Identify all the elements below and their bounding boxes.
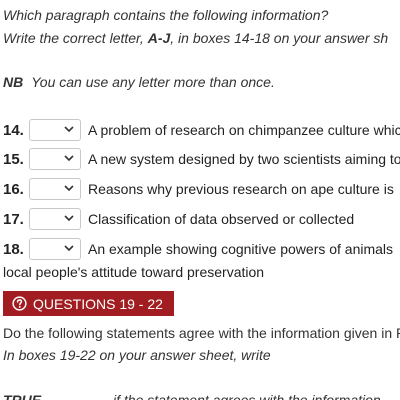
chevron-down-icon — [64, 185, 74, 192]
instruction-prefix: Write the correct letter, — [3, 30, 148, 46]
answer-select-14[interactable] — [29, 119, 81, 141]
question-row-14: 14. A problem of research on chimpanzee … — [3, 118, 400, 142]
section-header-questions-19-22: QUESTIONS 19 - 22 — [3, 291, 174, 316]
question-text: A new system designed by two scientists … — [88, 151, 400, 167]
nb-label: NB — [3, 74, 24, 90]
question-row-17: 17. Classification of data observed or c… — [3, 207, 354, 231]
section-instruction-line-2: In boxes 19-22 on your answer sheet, wri… — [3, 347, 271, 363]
true-definition: TRUE if the statement agrees with the inf… — [3, 391, 381, 400]
chevron-down-icon — [64, 245, 74, 252]
chevron-down-icon — [64, 155, 74, 162]
question-number: 14. — [3, 121, 24, 139]
true-label: TRUE — [3, 392, 42, 400]
instruction-letter-range: A-J — [147, 30, 171, 46]
answer-select-18[interactable] — [29, 238, 81, 260]
nb-text: You can use any letter more than once. — [31, 74, 275, 90]
question-number: 15. — [3, 150, 24, 168]
section-instruction-line-1: Do the following statements agree with t… — [3, 325, 400, 341]
question-number: 17. — [3, 210, 24, 228]
question-text: Classification of data observed or colle… — [88, 211, 355, 227]
answer-select-15[interactable] — [29, 148, 81, 170]
answer-select-16[interactable] — [29, 178, 81, 200]
question-row-16: 16. Reasons why previous research on ape… — [3, 177, 394, 201]
answer-select-17[interactable] — [29, 208, 81, 230]
question-text: Reasons why previous research on ape cul… — [88, 181, 394, 197]
section-title: QUESTIONS 19 - 22 — [33, 295, 163, 312]
question-text: An example showing cognitive powers of a… — [88, 241, 394, 257]
question-18-continuation: local people's attitude toward preservat… — [3, 264, 265, 280]
question-number: 18. — [3, 240, 24, 258]
question-row-15: 15. A new system designed by two scienti… — [3, 147, 400, 171]
question-circle-icon — [12, 296, 27, 311]
nb-note: NB You can use any letter more than once. — [3, 73, 275, 91]
question-row-18: 18. An example showing cognitive powers … — [3, 237, 393, 261]
true-text: if the statement agrees with the informa… — [113, 392, 381, 400]
instruction-line-1: Which paragraph contains the following i… — [3, 7, 329, 23]
instruction-suffix: , in boxes 14-18 on your answer sh — [170, 30, 389, 46]
chevron-down-icon — [64, 126, 74, 133]
instruction-line-2: Write the correct letter, A-J, in boxes … — [3, 29, 388, 47]
chevron-down-icon — [64, 215, 74, 222]
question-number: 16. — [3, 180, 24, 198]
question-text: A problem of research on chimpanzee cult… — [88, 122, 400, 138]
